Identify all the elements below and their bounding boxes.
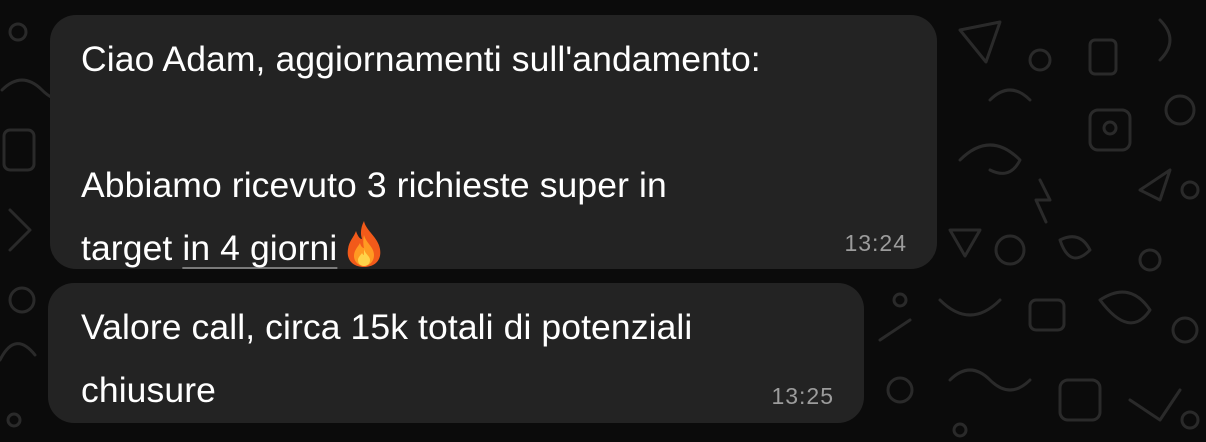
message-timestamp-1: 13:24 [844, 230, 907, 256]
message-line-3: Abbiamo ricevuto 3 richieste super in [81, 165, 667, 205]
message-text-1: Ciao Adam, aggiornamenti sull'andamento:… [81, 28, 761, 280]
message-timestamp-2: 13:25 [771, 383, 834, 409]
message-line-2: chiusure [81, 370, 216, 410]
message-line-1: Valore call, circa 15k totali di potenzi… [81, 307, 693, 347]
message-bubble-2[interactable]: Valore call, circa 15k totali di potenzi… [48, 283, 864, 423]
message-line-4-prefix: target [81, 228, 183, 268]
message-text-2: Valore call, circa 15k totali di potenzi… [81, 296, 692, 422]
message-bubble-1[interactable]: Ciao Adam, aggiornamenti sull'andamento:… [50, 15, 937, 269]
fire-emoji-icon [348, 221, 381, 267]
date-link[interactable]: in 4 giorni [182, 228, 337, 268]
message-line-1: Ciao Adam, aggiornamenti sull'andamento: [81, 39, 761, 79]
